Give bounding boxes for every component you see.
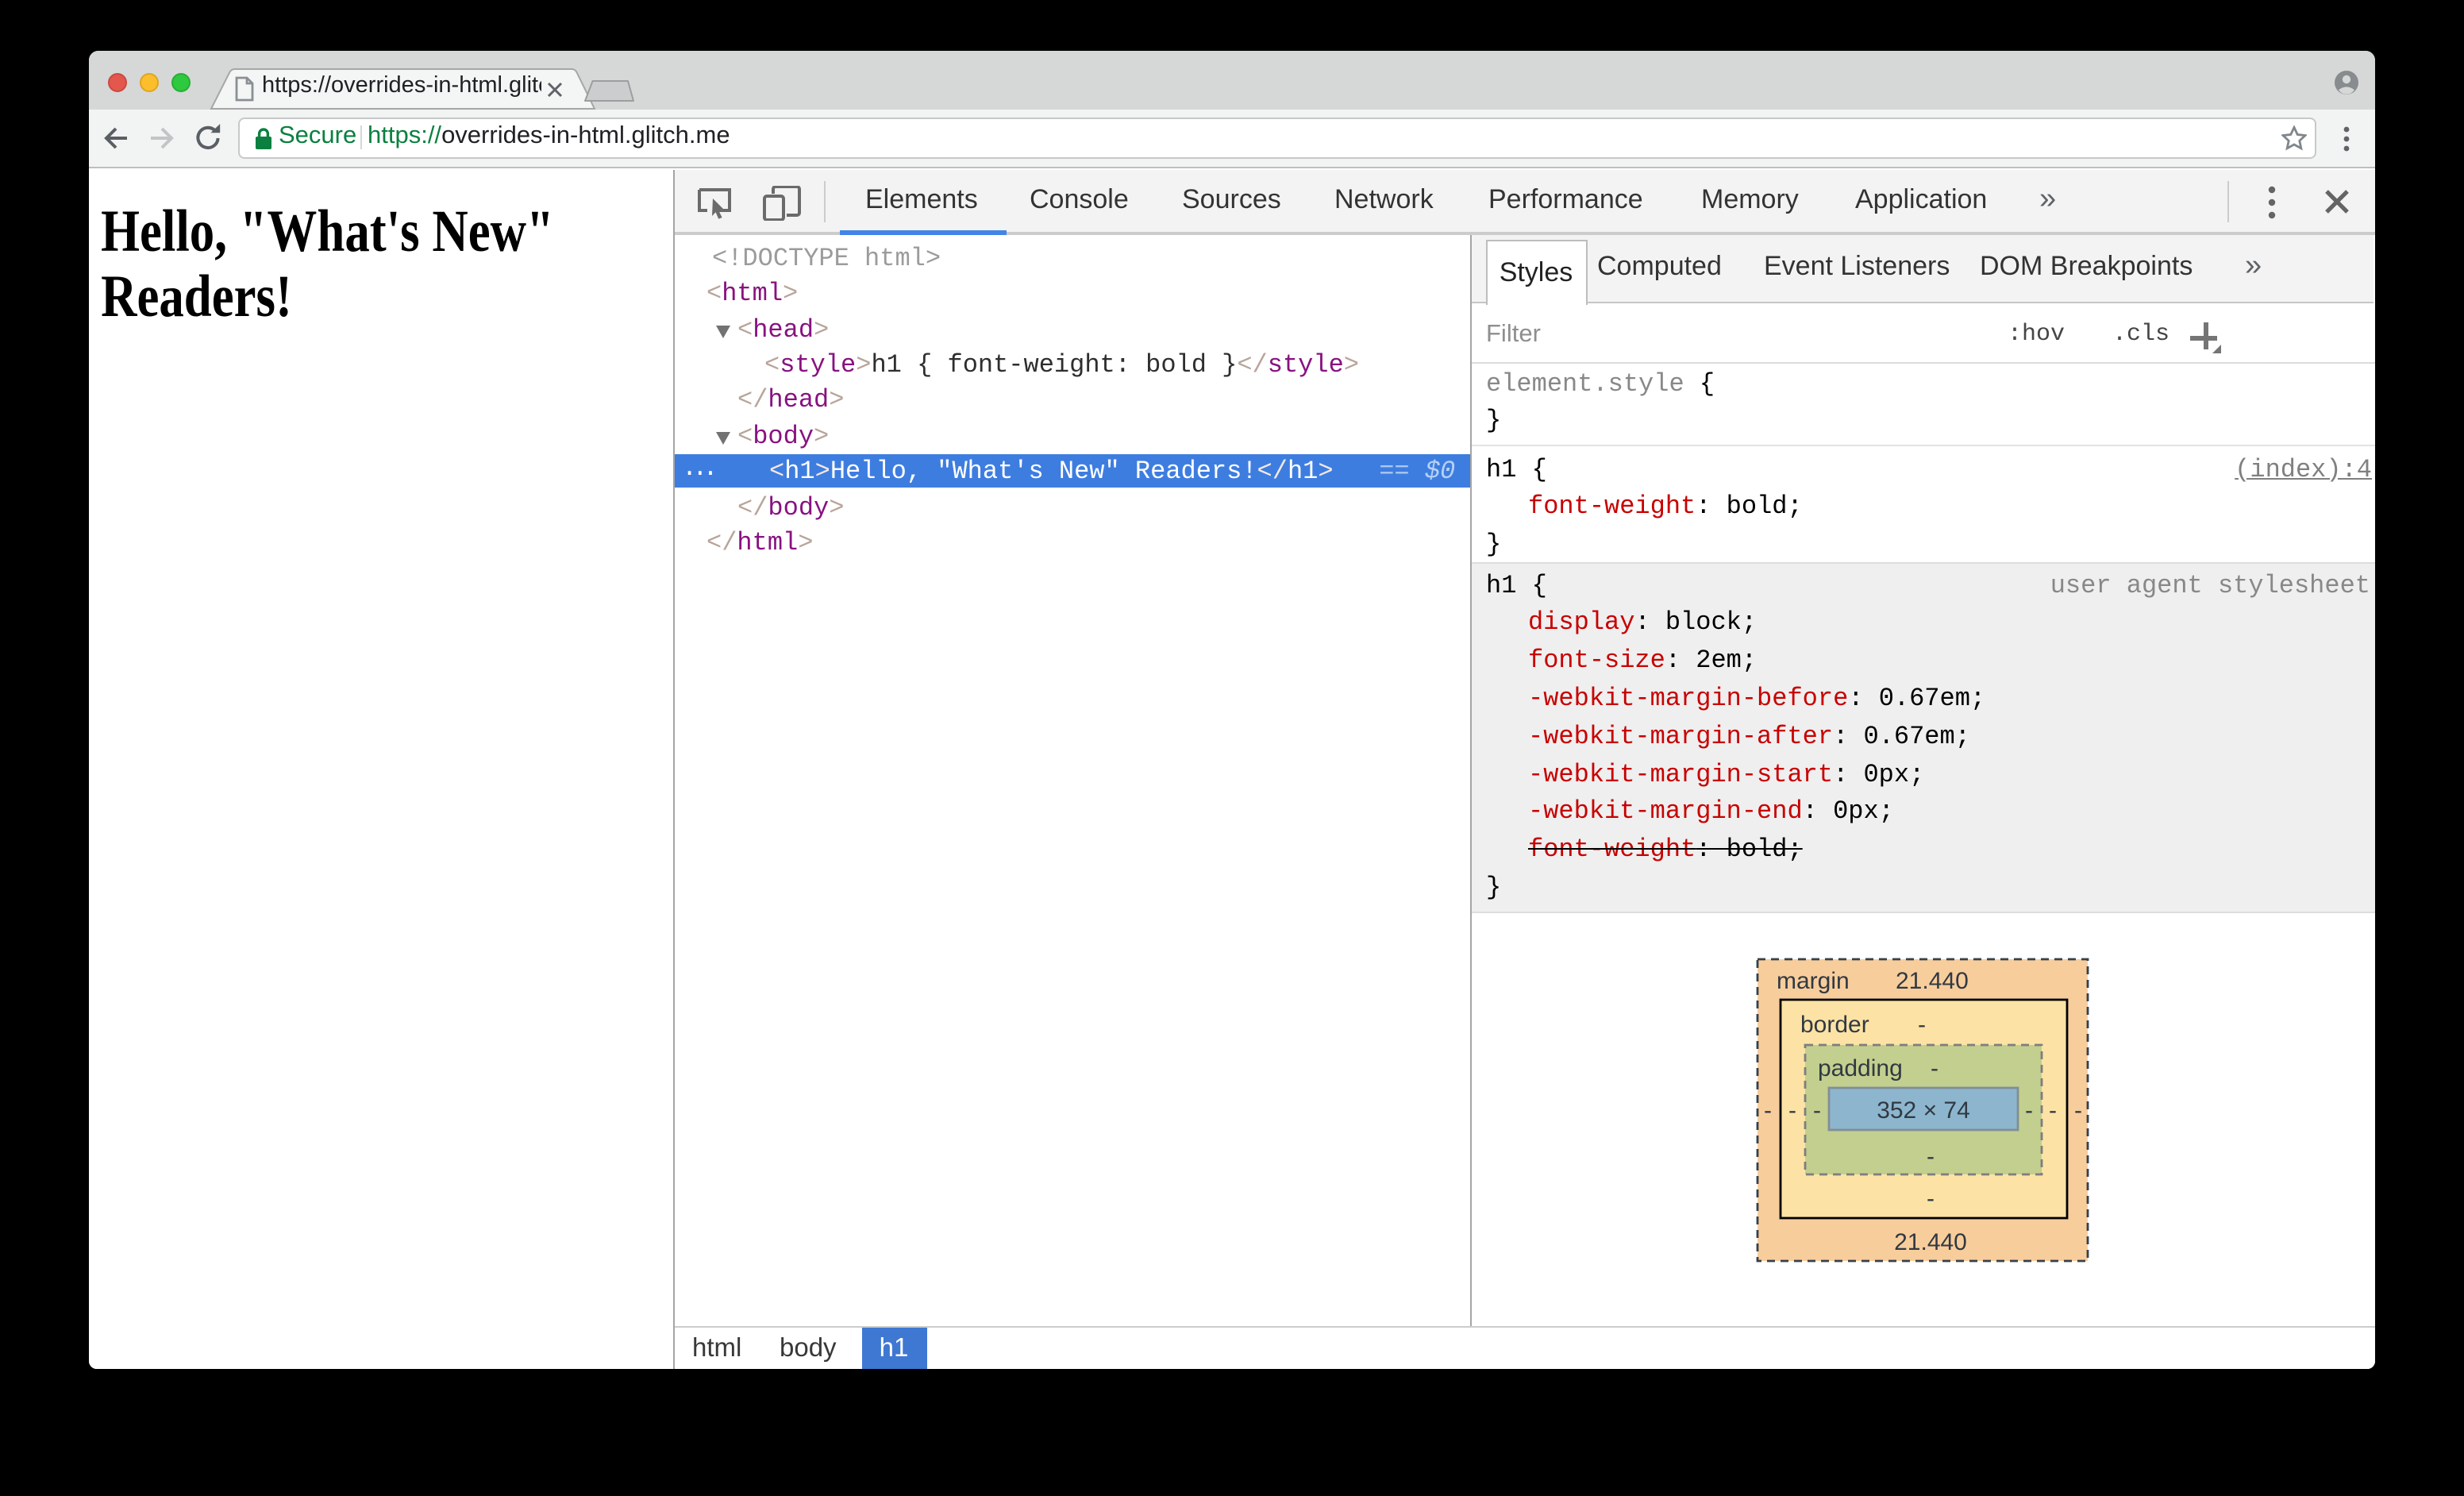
svg-text:352 × 74: 352 × 74	[1877, 1097, 1970, 1123]
svg-text:-: -	[1931, 1055, 1938, 1081]
svg-text:-: -	[2049, 1097, 2057, 1123]
svg-text:-: -	[1813, 1097, 1821, 1123]
svg-text:padding: padding	[1818, 1055, 1903, 1081]
svg-text:-: -	[1927, 1143, 1935, 1169]
svg-text:-: -	[1918, 1011, 1926, 1037]
svg-text:-: -	[1764, 1097, 1772, 1123]
svg-text:-: -	[1927, 1185, 1935, 1211]
svg-text:-: -	[1788, 1097, 1796, 1123]
svg-text:-: -	[2025, 1097, 2033, 1123]
svg-text:-: -	[2074, 1097, 2082, 1123]
svg-text:margin: margin	[1777, 967, 1850, 993]
svg-text:border: border	[1800, 1011, 1869, 1037]
svg-text:21.440: 21.440	[1896, 967, 1969, 993]
svg-text:21.440: 21.440	[1894, 1228, 1967, 1255]
